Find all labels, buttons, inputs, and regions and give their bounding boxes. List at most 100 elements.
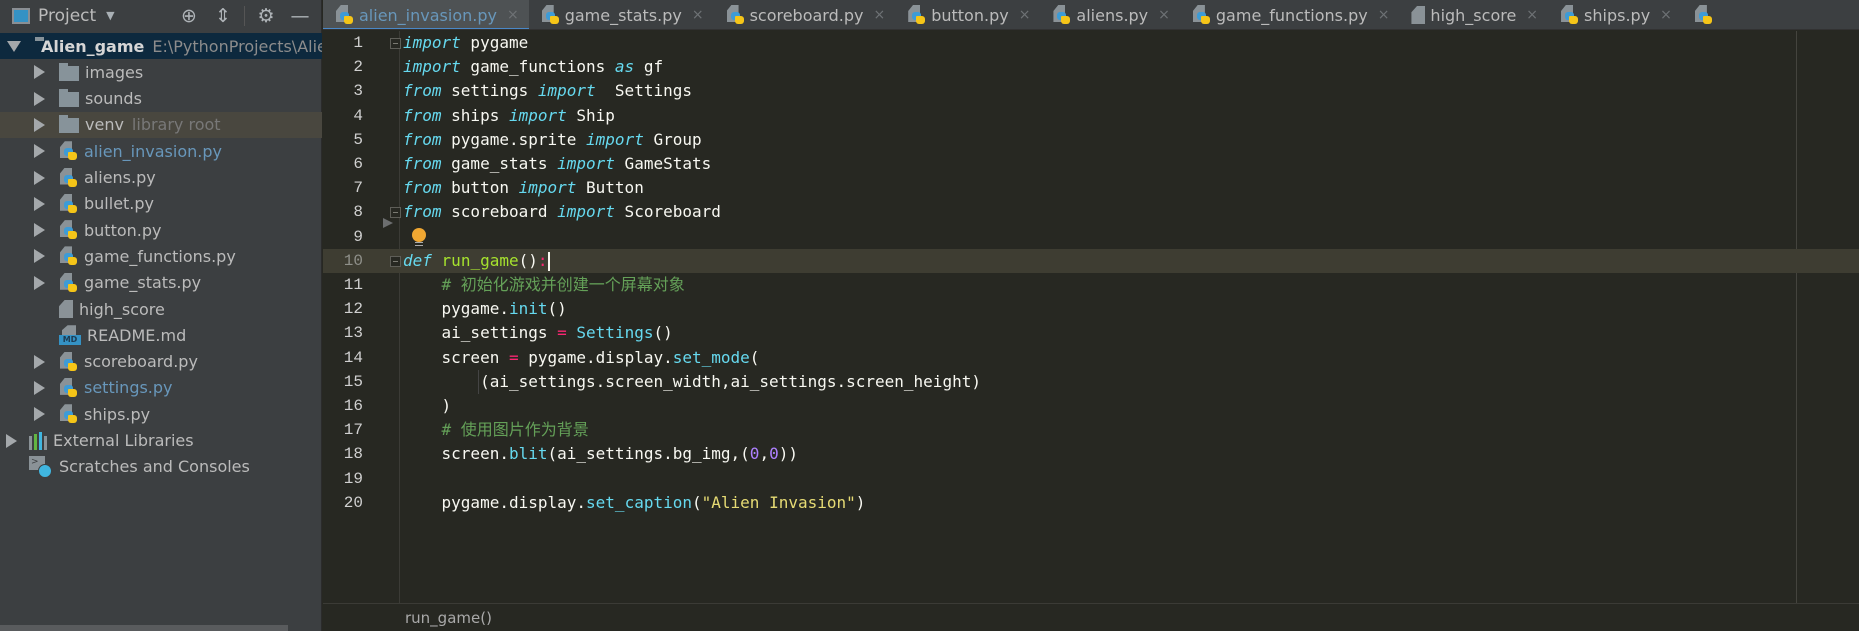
code-token: Settings [595,81,692,101]
close-icon[interactable]: × [1158,7,1170,23]
tab-ships-py[interactable]: ships.py × [1548,0,1682,29]
code-line[interactable]: 12 pygame.init() [323,297,1859,321]
crosshair-icon[interactable]: ⊕ [172,0,206,31]
tree-item-images[interactable]: images [0,59,322,85]
tree-root-alien-game[interactable]: Alien_game E:\PythonProjects\Alien_g [0,33,322,59]
python-file-icon [726,5,745,25]
gear-icon[interactable]: ⚙ [249,0,283,31]
tab-overflow[interactable] [1682,0,1728,29]
collapse-arrow-icon[interactable] [34,170,45,185]
fold-marker-icon[interactable] [390,255,401,267]
expand-arrow-icon[interactable] [7,40,21,52]
code-line[interactable]: 7 from button import Button [323,176,1859,200]
fold-marker-icon[interactable] [390,38,401,49]
folder-icon [59,62,79,81]
code-line[interactable]: 4 from ships import Ship [323,104,1859,128]
code-line[interactable]: 1 import pygame [323,31,1859,55]
code-line[interactable]: 11 # 初始化游戏并创建一个屏幕对象 [323,273,1859,297]
project-view-selector[interactable]: Project [38,6,96,26]
code-line[interactable]: 16 ) [323,394,1859,418]
run-arrow-icon[interactable] [383,218,393,229]
collapse-arrow-icon[interactable] [34,249,45,264]
collapse-arrow-icon[interactable] [34,196,45,211]
tab-high-score[interactable]: high_score × [1399,0,1548,29]
collapse-arrow-icon[interactable] [34,354,45,369]
project-header: Project ▼ ⊕ ⇕ ⚙ — [0,0,321,31]
tree-item-bullet-py[interactable]: bullet.py [0,191,322,217]
tree-item-label: Alien_game [41,36,145,56]
collapse-arrow-icon[interactable] [34,144,45,159]
tab-game-functions-py[interactable]: game_functions.py × [1180,0,1400,29]
tree-item-game-functions-py[interactable]: game_functions.py [0,243,322,269]
tree-item-settings-py[interactable]: settings.py [0,375,322,401]
tree-item-high-score[interactable]: high_score [0,296,322,322]
tree-item-label: alien_invasion.py [84,141,222,161]
code-line[interactable]: 14 screen = pygame.display.set_mode( [323,346,1859,370]
code-line[interactable]: 2 import game_functions as gf [323,55,1859,79]
code-line[interactable]: 18 screen.blit(ai_settings.bg_img,(0,0)) [323,442,1859,466]
tree-external-libraries[interactable]: External Libraries [0,428,322,454]
tree-item-readme-md[interactable]: MD README.md [0,322,322,348]
code-line[interactable]: 8 from scoreboard import Scoreboard [323,200,1859,224]
collapse-arrow-icon[interactable] [34,65,45,80]
code-line[interactable]: 6 from game_stats import GameStats [323,152,1859,176]
collapse-arrow-icon[interactable] [34,407,45,422]
close-icon[interactable]: × [1660,7,1672,23]
minimize-icon[interactable]: — [283,0,317,31]
line-number: 18 [343,445,363,464]
tab-aliens-py[interactable]: aliens.py × [1040,0,1179,29]
chevron-down-icon[interactable]: ▼ [106,9,114,22]
tab-button-py[interactable]: button.py × [895,0,1040,29]
tree-item-sounds[interactable]: sounds [0,86,322,112]
tree-item-aliens-py[interactable]: aliens.py [0,165,322,191]
close-icon[interactable]: × [1019,7,1031,23]
breadcrumb-bar: run_game() [323,603,1859,631]
code-line[interactable]: 9 [323,225,1859,249]
tab-scoreboard-py[interactable]: scoreboard.py × [714,0,896,29]
code-line[interactable]: 10 def run_game(): [323,248,1859,273]
code-line[interactable]: 20 pygame.display.set_caption("Alien Inv… [323,491,1859,515]
markdown-file-icon: MD [59,325,81,346]
lightbulb-icon[interactable] [412,227,426,246]
collapse-arrow-icon[interactable] [6,433,17,448]
collapse-all-icon[interactable]: ⇕ [206,0,240,31]
code-token: , [759,444,770,464]
tree-item-label: ships.py [84,404,151,424]
tree-item-game-stats-py[interactable]: game_stats.py [0,270,322,296]
collapse-arrow-icon[interactable] [34,275,45,290]
breadcrumb[interactable]: run_game() [405,609,492,627]
tree-item-scoreboard-py[interactable]: scoreboard.py [0,349,322,375]
tree-item-button-py[interactable]: button.py [0,217,322,243]
editor-tab-bar: alien_invasion.py × game_stats.py × scoreboa… [323,0,1859,30]
close-icon[interactable]: × [1378,7,1390,23]
fold-marker-icon[interactable] [390,207,401,219]
code-text: (ai_settings.screen_width,ai_settings.sc… [403,370,981,394]
close-icon[interactable]: × [1526,7,1538,23]
collapse-arrow-icon[interactable] [34,380,45,395]
code-editor[interactable]: 1 import pygame 2 import game_functions as … [323,31,1859,603]
tree-item-alien-invasion-py[interactable]: alien_invasion.py [0,138,322,164]
collapse-arrow-icon[interactable] [34,117,45,132]
tree-item-label: venv [85,115,124,135]
code-text: pygame.display.set_caption("Alien Invasi… [403,491,866,515]
collapse-arrow-icon[interactable] [34,223,45,238]
tree-item-venv[interactable]: venv library root [0,111,322,138]
tree-item-ships-py[interactable]: ships.py [0,401,322,427]
code-line[interactable]: 15 (ai_settings.screen_width,ai_settings… [323,370,1859,394]
line-number: 19 [343,469,363,488]
tab-alien-invasion-py[interactable]: alien_invasion.py × [323,0,529,29]
close-icon[interactable]: × [507,7,519,23]
tree-scratches-consoles[interactable]: > Scratches and Consoles [0,454,322,480]
library-root-hint: library root [131,115,221,135]
collapse-arrow-icon[interactable] [34,91,45,106]
code-text: from button import Button [403,176,644,200]
code-line[interactable]: 3 from settings import Settings [323,79,1859,103]
code-line[interactable]: 13 ai_settings = Settings() [323,321,1859,345]
horizontal-scrollbar[interactable] [0,625,288,631]
code-line[interactable]: 17 # 使用图片作为背景 [323,418,1859,442]
close-icon[interactable]: × [873,7,885,23]
code-line[interactable]: 5 from pygame.sprite import Group [323,128,1859,152]
tab-game-stats-py[interactable]: game_stats.py × [529,0,714,29]
close-icon[interactable]: × [692,7,704,23]
code-line[interactable]: 19 [323,467,1859,491]
